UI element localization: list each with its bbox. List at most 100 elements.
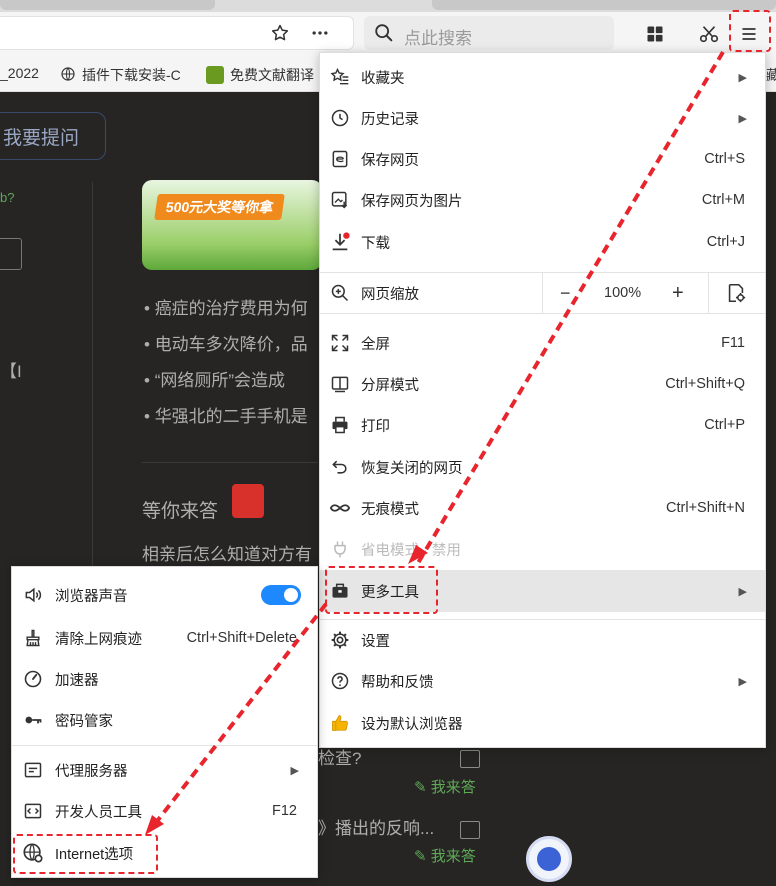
menu-separator <box>320 313 765 314</box>
menu-item-incognito[interactable]: 无痕模式 Ctrl+Shift+N <box>320 488 765 528</box>
menu-item-default-browser[interactable]: 设为默认浏览器 <box>320 703 765 743</box>
floating-assistant-button[interactable] <box>526 836 572 882</box>
menu-item-help[interactable]: 帮助和反馈 ▶ <box>320 661 765 701</box>
split-screen-icon <box>329 373 351 395</box>
answer-link[interactable]: ✎ 我来答 <box>414 776 476 797</box>
download-icon <box>329 231 351 253</box>
save-page-icon <box>329 148 351 170</box>
side-input-box[interactable] <box>0 238 22 270</box>
assistant-icon <box>537 847 561 871</box>
menu-item-settings[interactable]: 设置 <box>320 620 765 660</box>
zoom-value: 100% <box>604 285 642 301</box>
search-icon <box>372 21 396 45</box>
browser-tab[interactable] <box>432 0 776 10</box>
side-text: b? <box>0 190 15 205</box>
sound-toggle[interactable] <box>261 585 301 605</box>
menu-item-favorites[interactable]: 收藏夹 ▶ <box>320 57 765 97</box>
banner-label: 500元大奖等你拿 <box>154 194 286 220</box>
question-item[interactable]: 》播出的反响... <box>318 814 434 839</box>
incognito-mask-icon <box>329 497 351 519</box>
clock-icon <box>329 107 351 129</box>
tab-strip <box>0 0 776 12</box>
key-icon <box>22 709 44 731</box>
zoom-icon <box>329 282 351 304</box>
chevron-right-icon: ▶ <box>738 112 747 125</box>
promo-banner[interactable]: 500元大奖等你拿 <box>142 180 322 270</box>
side-text: 【I <box>0 362 22 381</box>
menu-separator <box>12 745 317 746</box>
chevron-right-icon: ▶ <box>290 764 299 777</box>
list-item[interactable]: • 华强北的二手手机是 <box>144 402 308 427</box>
scissors-icon[interactable] <box>697 22 721 46</box>
zoom-group-divider <box>708 273 709 313</box>
menu-item-fullscreen[interactable]: 全屏 F11 <box>320 323 765 363</box>
code-icon <box>22 800 44 822</box>
submenu-item-devtools[interactable]: 开发人员工具 F12 <box>12 792 317 830</box>
chevron-right-icon: ▶ <box>738 585 747 598</box>
favorites-star-icon <box>329 66 351 88</box>
speaker-icon <box>22 584 44 606</box>
list-item[interactable]: • 癌症的治疗费用为何 <box>144 294 308 319</box>
question-item[interactable]: 相亲后怎么知道对方有 <box>142 540 312 565</box>
zoom-in-button[interactable]: + <box>672 282 684 305</box>
main-menu: 收藏夹 ▶ 历史记录 ▶ 保存网页 Ctrl+S 保存网页为图片 Ctrl+M … <box>319 52 766 748</box>
more-tools-submenu: 浏览器声音 清除上网痕迹 Ctrl+Shift+Delete 加速器 密码管家 … <box>11 566 318 878</box>
more-dots-icon[interactable] <box>308 21 332 45</box>
list-item[interactable]: • “网络厕所”会造成 <box>144 366 285 391</box>
menu-item-split-screen[interactable]: 分屏模式 Ctrl+Shift+Q <box>320 364 765 404</box>
gear-icon <box>329 629 351 651</box>
zoom-group-divider <box>542 273 543 313</box>
chevron-right-icon: ▶ <box>738 71 747 84</box>
menu-item-save-as-image[interactable]: 保存网页为图片 Ctrl+M <box>320 180 765 220</box>
annotation-box-internet-options <box>13 834 158 874</box>
menu-item-history[interactable]: 历史记录 ▶ <box>320 98 765 138</box>
bookmark-item[interactable]: _2022 <box>0 65 39 81</box>
ask-button[interactable]: 我要提问 <box>0 112 106 160</box>
page-settings-icon[interactable] <box>725 282 747 308</box>
submenu-item-proxy[interactable]: 代理服务器 ▶ <box>12 751 317 789</box>
thumbs-up-icon <box>329 712 351 734</box>
fullscreen-icon <box>329 332 351 354</box>
chevron-right-icon: ▶ <box>738 675 747 688</box>
bookmark-item[interactable]: 插件下载安装-C <box>60 65 181 85</box>
browser-tab[interactable] <box>0 0 215 10</box>
menu-item-download[interactable]: 下载 Ctrl+J <box>320 222 765 262</box>
submenu-item-password-manager[interactable]: 密码管家 <box>12 701 317 739</box>
submenu-item-accelerator[interactable]: 加速器 <box>12 660 317 698</box>
plug-icon <box>329 538 351 560</box>
submenu-item-clear-history[interactable]: 清除上网痕迹 Ctrl+Shift+Delete <box>12 619 317 657</box>
help-icon <box>329 670 351 692</box>
section-title: 等你来答 <box>142 501 219 522</box>
apps-grid-icon[interactable] <box>643 22 667 46</box>
bookmark-item[interactable]: 免费文献翻译 <box>206 65 314 85</box>
menu-item-print[interactable]: 打印 Ctrl+P <box>320 405 765 445</box>
image-placeholder-icon <box>460 750 480 768</box>
printer-icon <box>329 414 351 436</box>
list-item[interactable]: • 电动车多次降价，品 <box>144 330 308 355</box>
menu-item-power-save: 省电模式 · 禁用 <box>320 529 765 569</box>
undo-icon <box>329 456 351 478</box>
menu-item-save-page[interactable]: 保存网页 Ctrl+S <box>320 139 765 179</box>
bookmark-item[interactable]: 藏 <box>766 65 776 85</box>
proxy-server-icon <box>22 759 44 781</box>
search-input[interactable]: 点此搜索 <box>364 16 614 50</box>
translate-app-icon <box>206 66 224 84</box>
broom-icon <box>22 627 44 649</box>
star-icon[interactable] <box>268 21 292 45</box>
browser-toolbar: 点此搜索 <box>0 12 776 56</box>
divider <box>142 462 318 463</box>
submenu-item-browser-sound[interactable]: 浏览器声音 <box>12 576 317 614</box>
image-placeholder-icon <box>460 821 480 839</box>
zoom-out-button[interactable]: − <box>560 283 571 304</box>
search-placeholder: 点此搜索 <box>404 29 472 48</box>
save-image-icon <box>329 189 351 211</box>
red-envelope-icon <box>232 484 264 518</box>
answer-link[interactable]: ✎ 我来答 <box>414 845 476 866</box>
menu-item-restore-tabs[interactable]: 恢复关闭的网页 <box>320 447 765 487</box>
annotation-box-more-tools <box>325 566 438 614</box>
menu-item-zoom: 网页缩放 − 100% + <box>320 273 765 313</box>
globe-icon <box>60 66 76 85</box>
address-bar[interactable] <box>0 16 354 50</box>
annotation-box-menu-button <box>729 10 771 52</box>
speedometer-icon <box>22 668 44 690</box>
